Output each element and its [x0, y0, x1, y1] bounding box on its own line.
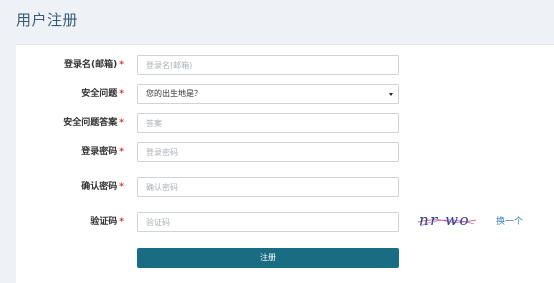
required-mark: * — [119, 89, 124, 99]
username-input[interactable] — [137, 55, 399, 75]
security-question-selected: 您的出生地是？ — [146, 89, 202, 98]
username-row: 登录名(邮箱) * — [16, 55, 554, 75]
security-question-label: 安全问题 * — [81, 89, 124, 99]
captcha-row: 验证码* nr wo 换一个 — [16, 209, 554, 232]
captcha-input[interactable] — [137, 212, 399, 232]
password-row: 登录密码 * — [16, 142, 554, 162]
register-button[interactable]: 注册 — [137, 248, 399, 268]
security-question-select[interactable]: 您的出生地是？ — [137, 84, 399, 104]
username-label: 登录名(邮箱) * — [64, 60, 124, 70]
confirm-password-label: 确认密码 * — [81, 182, 124, 192]
page-title: 用户注册 — [16, 11, 79, 29]
password-input[interactable] — [137, 142, 399, 162]
confirm-password-row: 确认密码 * — [16, 177, 554, 197]
confirm-password-input[interactable] — [137, 177, 399, 197]
security-answer-row: 安全问题答案 * — [16, 113, 554, 133]
captcha-refresh-link[interactable]: 换一个 — [496, 212, 523, 232]
required-mark: * — [119, 60, 124, 70]
register-form: 登录名(邮箱)* 安全问题* 您的出生地是？ 安全问题答案* 登录密码* 确认密… — [16, 44, 554, 283]
security-question-row: 安全问题 * 您的出生地是？ — [16, 84, 554, 104]
required-mark: * — [119, 147, 124, 157]
password-label: 登录密码 * — [81, 147, 124, 157]
required-mark: * — [119, 217, 124, 227]
chevron-down-icon — [389, 93, 393, 96]
required-mark: * — [119, 118, 124, 128]
required-mark: * — [119, 182, 124, 192]
register-page: 用户注册 登录名(邮箱)* 安全问题* 您的出生地是？ 安全问题答案* 登录密码… — [0, 0, 554, 283]
captcha-label: 验证码 * — [90, 217, 124, 227]
captcha-image[interactable]: nr wo — [416, 209, 478, 231]
security-answer-input[interactable] — [137, 113, 399, 133]
security-answer-label: 安全问题答案 * — [63, 118, 124, 128]
